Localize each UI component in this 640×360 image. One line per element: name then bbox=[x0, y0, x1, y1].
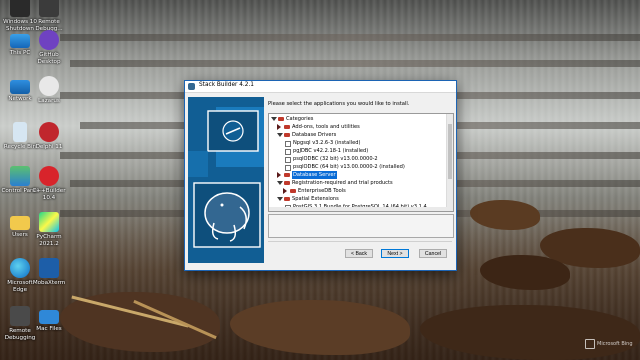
checkbox[interactable] bbox=[285, 165, 291, 171]
desktop-icon-delphi[interactable]: Delphi 11 bbox=[30, 122, 68, 151]
back-button[interactable]: < Back bbox=[345, 249, 373, 258]
tree-label: Database Drivers bbox=[292, 132, 337, 138]
bing-watermark: Microsoft Bing bbox=[597, 341, 633, 347]
tree-label: Add-ons, tools and utilities bbox=[292, 124, 360, 130]
category-icon bbox=[284, 133, 290, 137]
shutdown-icon bbox=[10, 0, 30, 17]
expand-open-icon[interactable] bbox=[277, 133, 283, 137]
stack-builder-window: Stack Builder 4.2.1 Please select the ap… bbox=[184, 80, 457, 271]
tree-label: psqlODBC (32 bit) v13.00.0000-2 bbox=[293, 156, 378, 162]
this-pc-icon bbox=[10, 34, 30, 48]
expand-closed-icon[interactable] bbox=[283, 188, 287, 194]
edge-icon bbox=[10, 258, 30, 278]
category-icon bbox=[284, 173, 290, 177]
category-tree[interactable]: Categories Add-ons, tools and utilities Da… bbox=[268, 113, 454, 212]
tree-label: Npgsql v3.2.6-3 (installed) bbox=[293, 140, 361, 146]
tree-label: EnterpriseDB Tools bbox=[298, 188, 346, 194]
instruction-text: Please select the applications you would… bbox=[268, 101, 410, 107]
cppbuilder-icon bbox=[39, 166, 59, 186]
delphi-icon bbox=[39, 122, 59, 142]
recycle-bin-icon bbox=[13, 122, 27, 142]
category-icon bbox=[290, 189, 296, 193]
bing-icon bbox=[585, 339, 595, 349]
tree-label: psqlODBC (64 bit) v13.00.0000-2 (install… bbox=[293, 164, 405, 170]
tree-label: Registration-required and trial products bbox=[292, 180, 393, 186]
tree-label: Spatial Extensions bbox=[292, 196, 339, 202]
remote-debugger-icon bbox=[39, 0, 59, 17]
desktop-icon-pycharm[interactable]: PyCharm 2021.2 bbox=[30, 212, 68, 247]
category-icon bbox=[284, 181, 290, 185]
description-box bbox=[268, 214, 454, 238]
checkbox[interactable] bbox=[285, 157, 291, 163]
control-panel-icon bbox=[10, 166, 30, 186]
window-title: Stack Builder 4.2.1 bbox=[199, 82, 254, 88]
cancel-button[interactable]: Cancel bbox=[419, 249, 447, 258]
expand-closed-icon[interactable] bbox=[277, 172, 281, 178]
remote-debugging-icon bbox=[10, 306, 30, 326]
network-icon bbox=[10, 80, 30, 94]
desktop-icon-cppbuilder[interactable]: C++Builder 10.4 bbox=[30, 166, 68, 201]
category-icon bbox=[278, 117, 284, 121]
desktop-icon-mobaxterm[interactable]: MobaXterm bbox=[30, 258, 68, 287]
pycharm-icon bbox=[39, 212, 59, 232]
desktop-icon-remote-debugger[interactable]: Remote Debugg... bbox=[30, 0, 68, 32]
tree-label: Categories bbox=[286, 116, 314, 122]
tree-label: Database Server bbox=[292, 171, 337, 179]
app-icon bbox=[188, 83, 195, 90]
desktop-icon-lazarus[interactable]: Lazarus bbox=[30, 76, 68, 105]
side-panel bbox=[188, 97, 264, 263]
checkbox[interactable] bbox=[285, 149, 291, 155]
github-icon bbox=[39, 30, 59, 50]
tree-label: pgJDBC v42.2.18-1 (installed) bbox=[293, 148, 369, 154]
folder-icon bbox=[10, 216, 30, 230]
desktop-icon-github[interactable]: GitHub Desktop bbox=[30, 30, 68, 65]
stack-builder-art bbox=[188, 97, 264, 263]
lazarus-icon bbox=[39, 76, 59, 96]
expand-open-icon[interactable] bbox=[277, 181, 283, 185]
folder-icon bbox=[39, 310, 59, 324]
expand-open-icon[interactable] bbox=[271, 117, 277, 121]
checkbox[interactable] bbox=[285, 141, 291, 147]
tree-horizontal-scrollbar[interactable] bbox=[269, 207, 447, 211]
expand-closed-icon[interactable] bbox=[277, 124, 281, 130]
mobaxterm-icon bbox=[39, 258, 59, 278]
expand-open-icon[interactable] bbox=[277, 197, 283, 201]
category-icon bbox=[284, 125, 290, 129]
desktop-icon-mac-files[interactable]: Mac Files bbox=[30, 306, 68, 333]
divider bbox=[268, 241, 452, 242]
next-button[interactable]: Next > bbox=[381, 249, 409, 258]
tree-vertical-scrollbar[interactable] bbox=[446, 114, 453, 211]
category-icon bbox=[284, 197, 290, 201]
title-bar[interactable]: Stack Builder 4.2.1 bbox=[185, 81, 456, 93]
